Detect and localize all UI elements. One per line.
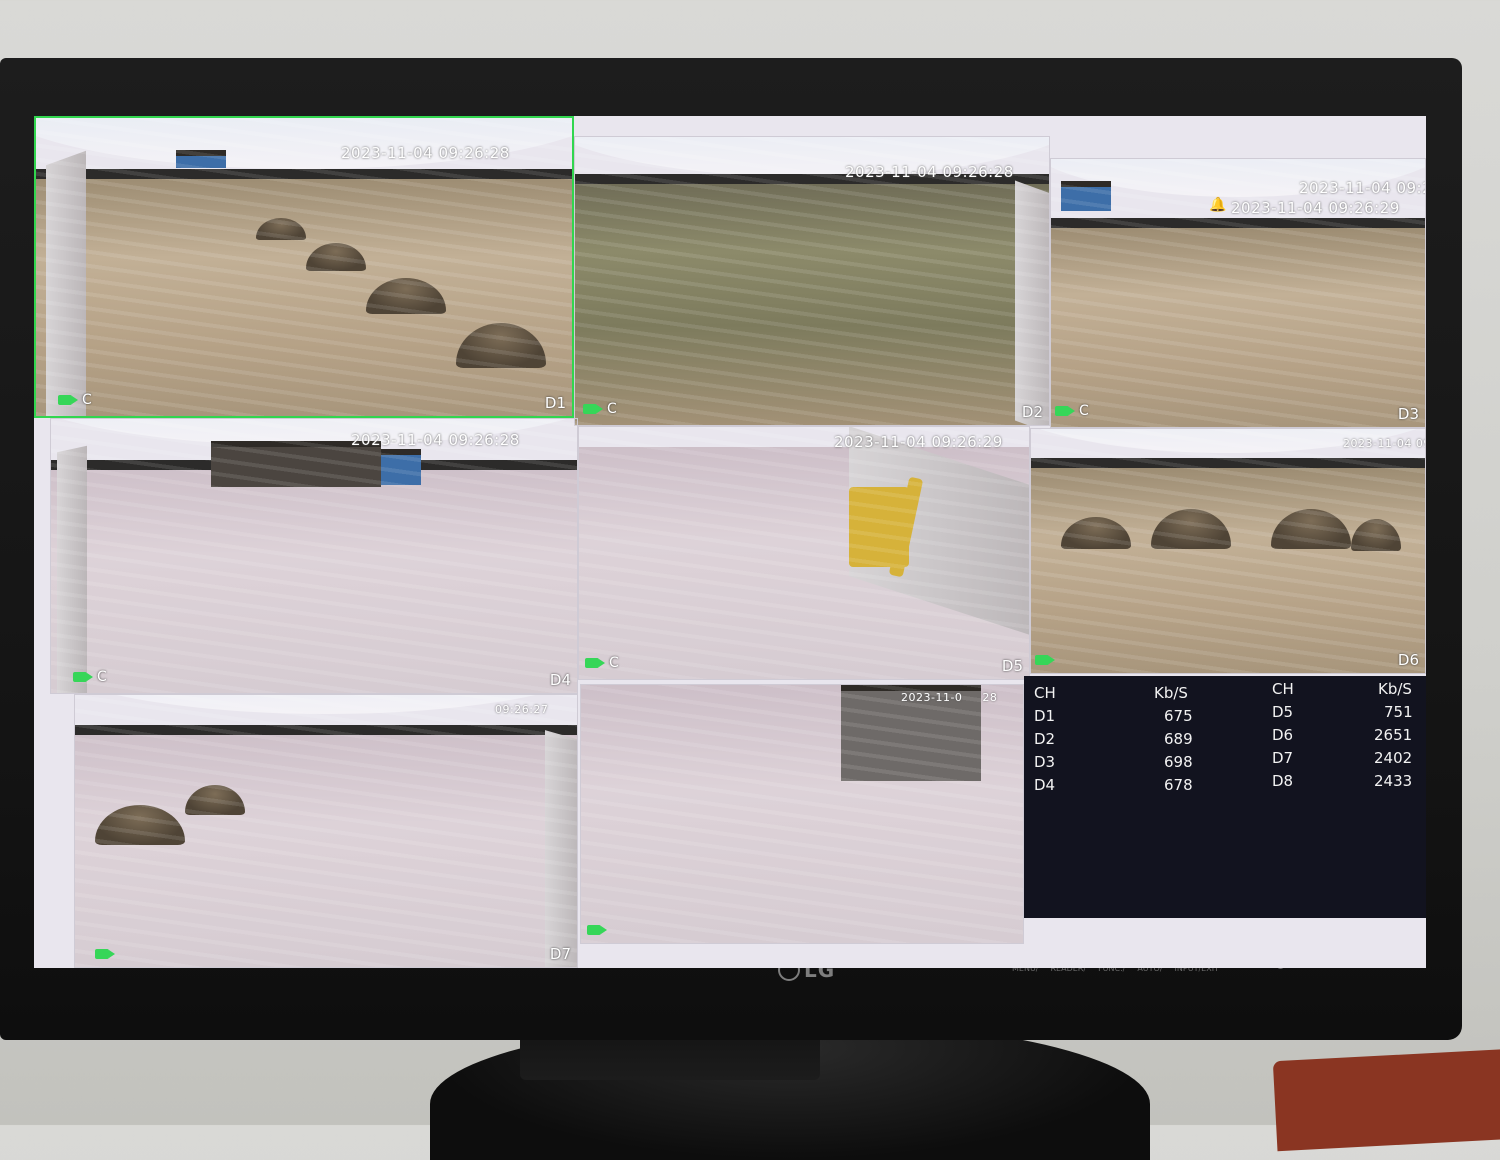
- camera-icon: [587, 925, 607, 935]
- camera-tile-d3[interactable]: 2023-11-04 09:26:28 🔔 2023-11-04 09:26:2…: [1050, 158, 1426, 428]
- channel-label-d4: D4: [549, 671, 571, 689]
- bitrate-row: D4 678: [1034, 776, 1193, 794]
- bitrate-panel: CH Kb/S D1 675 D2 689 D3 698 D4 678 CH Kb/S …: [1024, 676, 1426, 918]
- timestamp-d6: 2023-11-04 09:28:28: [1343, 437, 1425, 450]
- camera-tile-d8[interactable]: 2023-11-0 28: [580, 684, 1024, 944]
- camera-status-d3: C: [1055, 403, 1089, 419]
- camera-icon: [73, 672, 93, 682]
- alarm-bell-icon: 🔔: [1209, 197, 1227, 213]
- rate-header: Kb/S: [1378, 680, 1412, 698]
- camera-icon: [1035, 655, 1055, 665]
- camera-feed-d7: [75, 695, 577, 967]
- channel-label-d6: D6: [1397, 651, 1419, 669]
- camera-status-d8: [587, 925, 607, 935]
- channel-label-d1: D1: [544, 394, 566, 412]
- bitrate-row: D1 675: [1034, 707, 1193, 725]
- channel-label-d3: D3: [1397, 405, 1419, 423]
- camera-tile-d6[interactable]: 2023-11-04 09:28:28 D6: [1030, 428, 1426, 674]
- alarm-timestamp-d3: 2023-11-04 09:26:29: [1231, 199, 1400, 217]
- panel-header-right: CH Kb/S: [1272, 678, 1422, 701]
- camera-status-d4: C: [73, 669, 107, 685]
- dvr-screen: 2023-11-04 09:26:28 C D1 2023-11-04 09:2…: [34, 116, 1426, 968]
- ch-header: CH: [1034, 684, 1056, 702]
- panel-header-left: CH Kb/S: [1034, 682, 1224, 705]
- timestamp-d3: 2023-11-04 09:26:28: [1299, 179, 1425, 197]
- channel-label-d5: D5: [1001, 657, 1023, 675]
- camera-status-d5: C: [585, 655, 619, 671]
- channel-label-d7: D7: [549, 945, 571, 963]
- camera-status-d1: C: [58, 392, 92, 408]
- camera-status-d7: [95, 949, 115, 959]
- camera-status-d6: [1035, 655, 1055, 665]
- bitrate-row: D7 2402: [1272, 749, 1413, 767]
- camera-icon: [95, 949, 115, 959]
- notebook-on-desk: [1272, 1048, 1500, 1152]
- camera-feed-d1: [36, 118, 572, 416]
- camera-tile-d2[interactable]: 2023-11-04 09:26:28 C D2: [574, 136, 1050, 426]
- camera-icon: [585, 658, 605, 668]
- bitrate-row: D2 689: [1034, 730, 1193, 748]
- timestamp-d8: 2023-11-0 28: [901, 691, 998, 704]
- ch-header: CH: [1272, 680, 1294, 698]
- rate-header: Kb/S: [1154, 684, 1188, 702]
- bitrate-row: D3 698: [1034, 753, 1193, 771]
- camera-tile-d4[interactable]: 2023-11-04 09:26:28 C D4: [50, 418, 578, 694]
- camera-feed-d6: [1031, 429, 1425, 673]
- timestamp-d5: 2023-11-04 09:26:29: [834, 433, 1003, 451]
- camera-feed-d5: [579, 427, 1029, 679]
- camera-status-d2: C: [583, 401, 617, 417]
- timestamp-d7: 09:26:27: [495, 703, 549, 716]
- camera-tile-d7[interactable]: 09:26:27 D7: [74, 694, 578, 968]
- camera-tile-d5[interactable]: 2023-11-04 09:26:29 C D5: [578, 426, 1030, 680]
- camera-icon: [583, 404, 603, 414]
- camera-feed-d4: [51, 419, 577, 693]
- timestamp-d1: 2023-11-04 09:26:28: [341, 144, 510, 162]
- channel-label-d2: D2: [1021, 403, 1043, 421]
- camera-icon: [1055, 406, 1075, 416]
- timestamp-d4: 2023-11-04 09:26:28: [351, 431, 520, 449]
- bitrate-row: D6 2651: [1272, 726, 1413, 744]
- camera-icon: [58, 395, 78, 405]
- bitrate-column-right: CH Kb/S D5 751 D6 2651 D7 2402 D8 2433: [1272, 678, 1422, 793]
- camera-feed-d8: [581, 685, 1023, 943]
- camera-tile-d1[interactable]: 2023-11-04 09:26:28 C D1: [34, 116, 574, 418]
- timestamp-d2: 2023-11-04 09:26:28: [845, 163, 1014, 181]
- bitrate-column-left: CH Kb/S D1 675 D2 689 D3 698 D4 678: [1034, 682, 1224, 797]
- bitrate-row: D8 2433: [1272, 772, 1413, 790]
- bitrate-row: D5 751: [1272, 703, 1413, 721]
